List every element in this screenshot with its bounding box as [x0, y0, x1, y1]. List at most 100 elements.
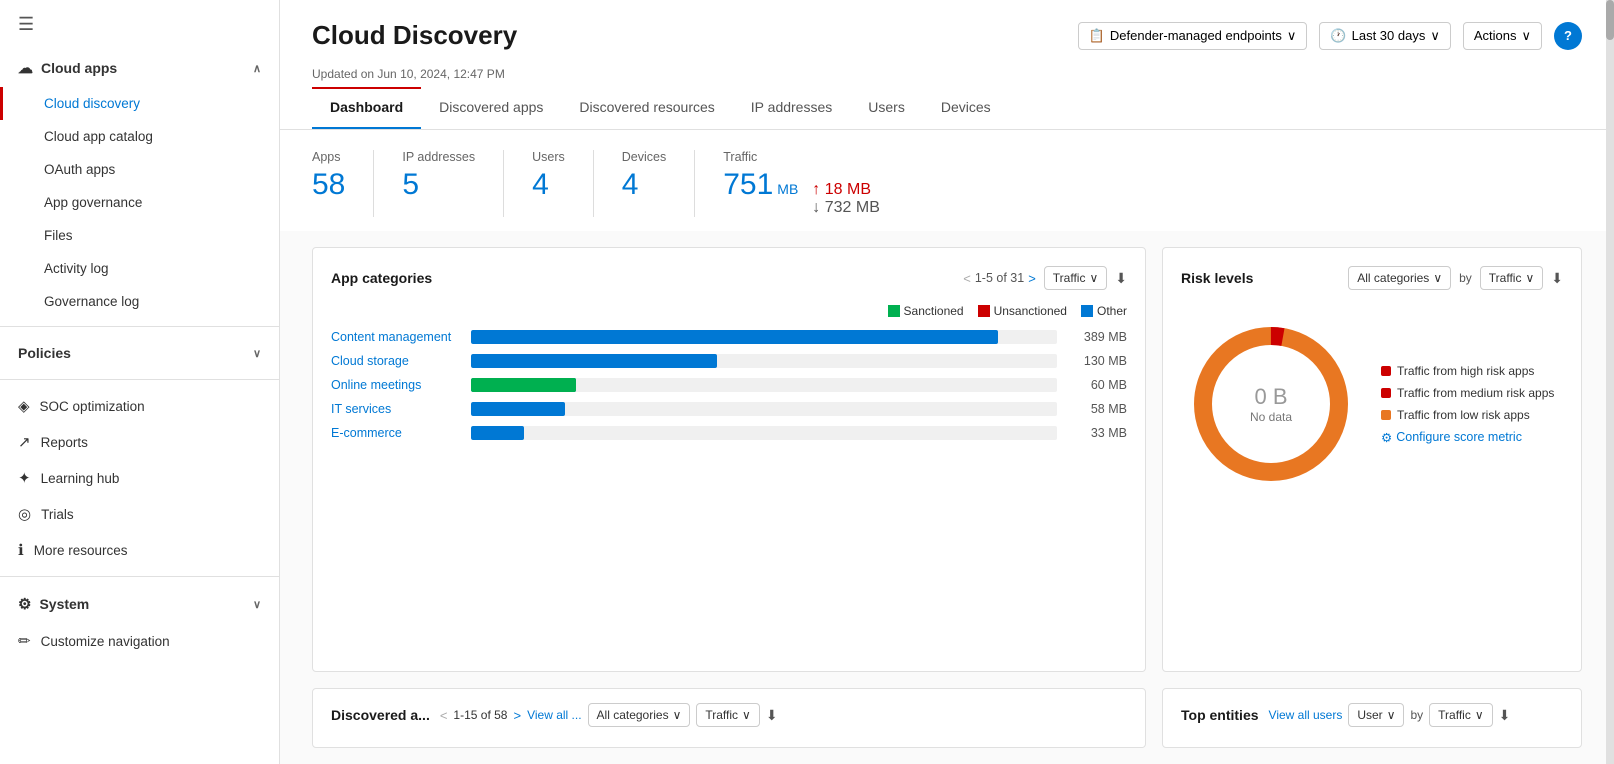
endpoints-dropdown[interactable]: 📋 Defender-managed endpoints ∨ — [1078, 22, 1308, 50]
disc-traffic-dropdown[interactable]: Traffic ∨ — [696, 703, 759, 727]
customize-icon: ✏ — [18, 632, 31, 650]
prev-page-btn[interactable]: < — [963, 271, 971, 286]
disc-next-btn[interactable]: > — [513, 708, 521, 723]
risk-categories-dropdown[interactable]: All categories ∨ — [1348, 266, 1451, 290]
sidebar-item-governance-log[interactable]: Governance log — [0, 285, 279, 318]
legend-other: Other — [1081, 304, 1127, 318]
actions-chevron-icon: ∨ — [1521, 28, 1531, 44]
tabs-bar: Dashboard Discovered apps Discovered res… — [280, 87, 1614, 130]
sidebar-item-app-governance[interactable]: App governance — [0, 186, 279, 219]
sidebar-item-soc[interactable]: ◈ SOC optimization — [0, 388, 279, 424]
stat-ip: IP addresses 5 — [402, 150, 504, 217]
view-all-link[interactable]: View all ... — [527, 708, 581, 722]
bar-value-4: 33 MB — [1067, 426, 1127, 440]
bar-label-2[interactable]: Online meetings — [331, 378, 461, 392]
other-color — [1081, 305, 1093, 317]
system-label: System — [39, 596, 89, 612]
sidebar-item-cloud-app-catalog[interactable]: Cloud app catalog — [0, 120, 279, 153]
risk-levels-controls: All categories ∨ by Traffic ∨ ⬇ — [1348, 266, 1563, 290]
risk-traffic-dropdown[interactable]: Traffic ∨ — [1480, 266, 1543, 290]
bar-label-1[interactable]: Cloud storage — [331, 354, 461, 368]
donut-center: 0 B No data — [1250, 384, 1292, 424]
low-risk-dot — [1381, 410, 1391, 420]
sidebar-item-customize-nav[interactable]: ✏ Customize navigation — [0, 623, 279, 659]
disc-cat-chevron: ∨ — [673, 708, 682, 722]
sidebar-item-activity-log[interactable]: Activity log — [0, 252, 279, 285]
unsanctioned-color — [978, 305, 990, 317]
endpoints-chevron-icon: ∨ — [1287, 28, 1297, 44]
app-categories-title: App categories — [331, 270, 432, 286]
bar-fill-4 — [471, 426, 524, 440]
risk-levels-header: Risk levels All categories ∨ by Traffic … — [1181, 266, 1563, 290]
donut-legend: Traffic from high risk apps Traffic from… — [1381, 364, 1554, 445]
configure-score-metric-link[interactable]: ⚙ Configure score metric — [1381, 430, 1554, 445]
sidebar-item-more-resources[interactable]: ℹ More resources — [0, 532, 279, 568]
top-entities-header: Top entities View all users User ∨ by Tr… — [1181, 703, 1563, 727]
learning-hub-label: Learning hub — [41, 471, 120, 486]
system-section[interactable]: ⚙ System ∨ — [0, 585, 279, 623]
app-categories-traffic-dropdown[interactable]: Traffic ∨ — [1044, 266, 1107, 290]
sanctioned-color — [888, 305, 900, 317]
tab-discovered-resources[interactable]: Discovered resources — [561, 87, 732, 129]
page-header: Cloud Discovery 📋 Defender-managed endpo… — [280, 0, 1614, 61]
view-all-users-link[interactable]: View all users — [1269, 708, 1343, 722]
next-page-btn[interactable]: > — [1028, 271, 1036, 286]
bar-label-4[interactable]: E-commerce — [331, 426, 461, 440]
disc-categories-dropdown[interactable]: All categories ∨ — [588, 703, 691, 727]
traffic-value-row: 751 MB ↑ 18 MB ↓ 732 MB — [723, 168, 880, 217]
hamburger-menu[interactable]: ☰ — [0, 0, 279, 49]
traffic-main: 751 — [723, 168, 773, 202]
user-dropdown[interactable]: User ∨ — [1348, 703, 1404, 727]
entities-traffic-dropdown[interactable]: Traffic ∨ — [1429, 703, 1492, 727]
reports-label: Reports — [41, 435, 88, 450]
cloud-icon: ☁ — [18, 59, 33, 77]
bar-label-0[interactable]: Content management — [331, 330, 461, 344]
help-button[interactable]: ? — [1554, 22, 1582, 50]
legend-low-risk: Traffic from low risk apps — [1381, 408, 1554, 422]
pagination-info: < 1-5 of 31 > — [963, 271, 1036, 286]
risk-download-btn[interactable]: ⬇ — [1551, 270, 1563, 287]
tab-discovered-apps[interactable]: Discovered apps — [421, 87, 561, 129]
stat-traffic: Traffic 751 MB ↑ 18 MB ↓ 732 MB — [723, 150, 908, 217]
app-categories-download-btn[interactable]: ⬇ — [1115, 270, 1127, 287]
cloud-apps-chevron: ∧ — [253, 62, 261, 75]
risk-levels-card: Risk levels All categories ∨ by Traffic … — [1162, 247, 1582, 672]
time-icon: 🕐 — [1330, 28, 1346, 44]
bar-label-3[interactable]: IT services — [331, 402, 461, 416]
reports-icon: ↗ — [18, 433, 31, 451]
user-chevron: ∨ — [1387, 708, 1396, 722]
donut-center-value: 0 B — [1250, 384, 1292, 410]
devices-value: 4 — [622, 168, 666, 202]
disc-download-btn[interactable]: ⬇ — [766, 707, 778, 724]
bar-row-2: Online meetings 60 MB — [331, 378, 1127, 392]
tab-users[interactable]: Users — [850, 87, 923, 129]
sidebar: ☰ ☁ Cloud apps ∧ Cloud discovery Cloud a… — [0, 0, 280, 764]
tab-ip-addresses[interactable]: IP addresses — [733, 87, 850, 129]
time-dropdown[interactable]: 🕐 Last 30 days ∨ — [1319, 22, 1450, 50]
sidebar-item-learning-hub[interactable]: ✦ Learning hub — [0, 460, 279, 496]
disc-prev-btn[interactable]: < — [440, 708, 448, 723]
more-resources-icon: ℹ — [18, 541, 24, 559]
tab-devices[interactable]: Devices — [923, 87, 1009, 129]
sidebar-item-cloud-discovery[interactable]: Cloud discovery — [0, 87, 279, 120]
ip-value: 5 — [402, 168, 475, 202]
sidebar-item-trials[interactable]: ◎ Trials — [0, 496, 279, 532]
endpoints-icon: 📋 — [1089, 28, 1105, 44]
legend-medium-risk: Traffic from medium risk apps — [1381, 386, 1554, 400]
page-title: Cloud Discovery — [312, 20, 517, 51]
actions-dropdown[interactable]: Actions ∨ — [1463, 22, 1542, 50]
apps-value: 58 — [312, 168, 345, 202]
discovered-apps-header: Discovered a... < 1-15 of 58 > View all … — [331, 703, 1127, 727]
sidebar-item-reports[interactable]: ↗ Reports — [0, 424, 279, 460]
top-entities-card: Top entities View all users User ∨ by Tr… — [1162, 688, 1582, 748]
apps-label: Apps — [312, 150, 345, 164]
customize-nav-label: Customize navigation — [41, 634, 170, 649]
sidebar-item-oauth-apps[interactable]: OAuth apps — [0, 153, 279, 186]
cloud-apps-section[interactable]: ☁ Cloud apps ∧ — [0, 49, 279, 87]
policies-section[interactable]: Policies ∨ — [0, 335, 279, 371]
soc-label: SOC optimization — [40, 399, 145, 414]
legend-high-risk: Traffic from high risk apps — [1381, 364, 1554, 378]
entities-download-btn[interactable]: ⬇ — [1499, 707, 1511, 724]
sidebar-item-files[interactable]: Files — [0, 219, 279, 252]
tab-dashboard[interactable]: Dashboard — [312, 87, 421, 129]
